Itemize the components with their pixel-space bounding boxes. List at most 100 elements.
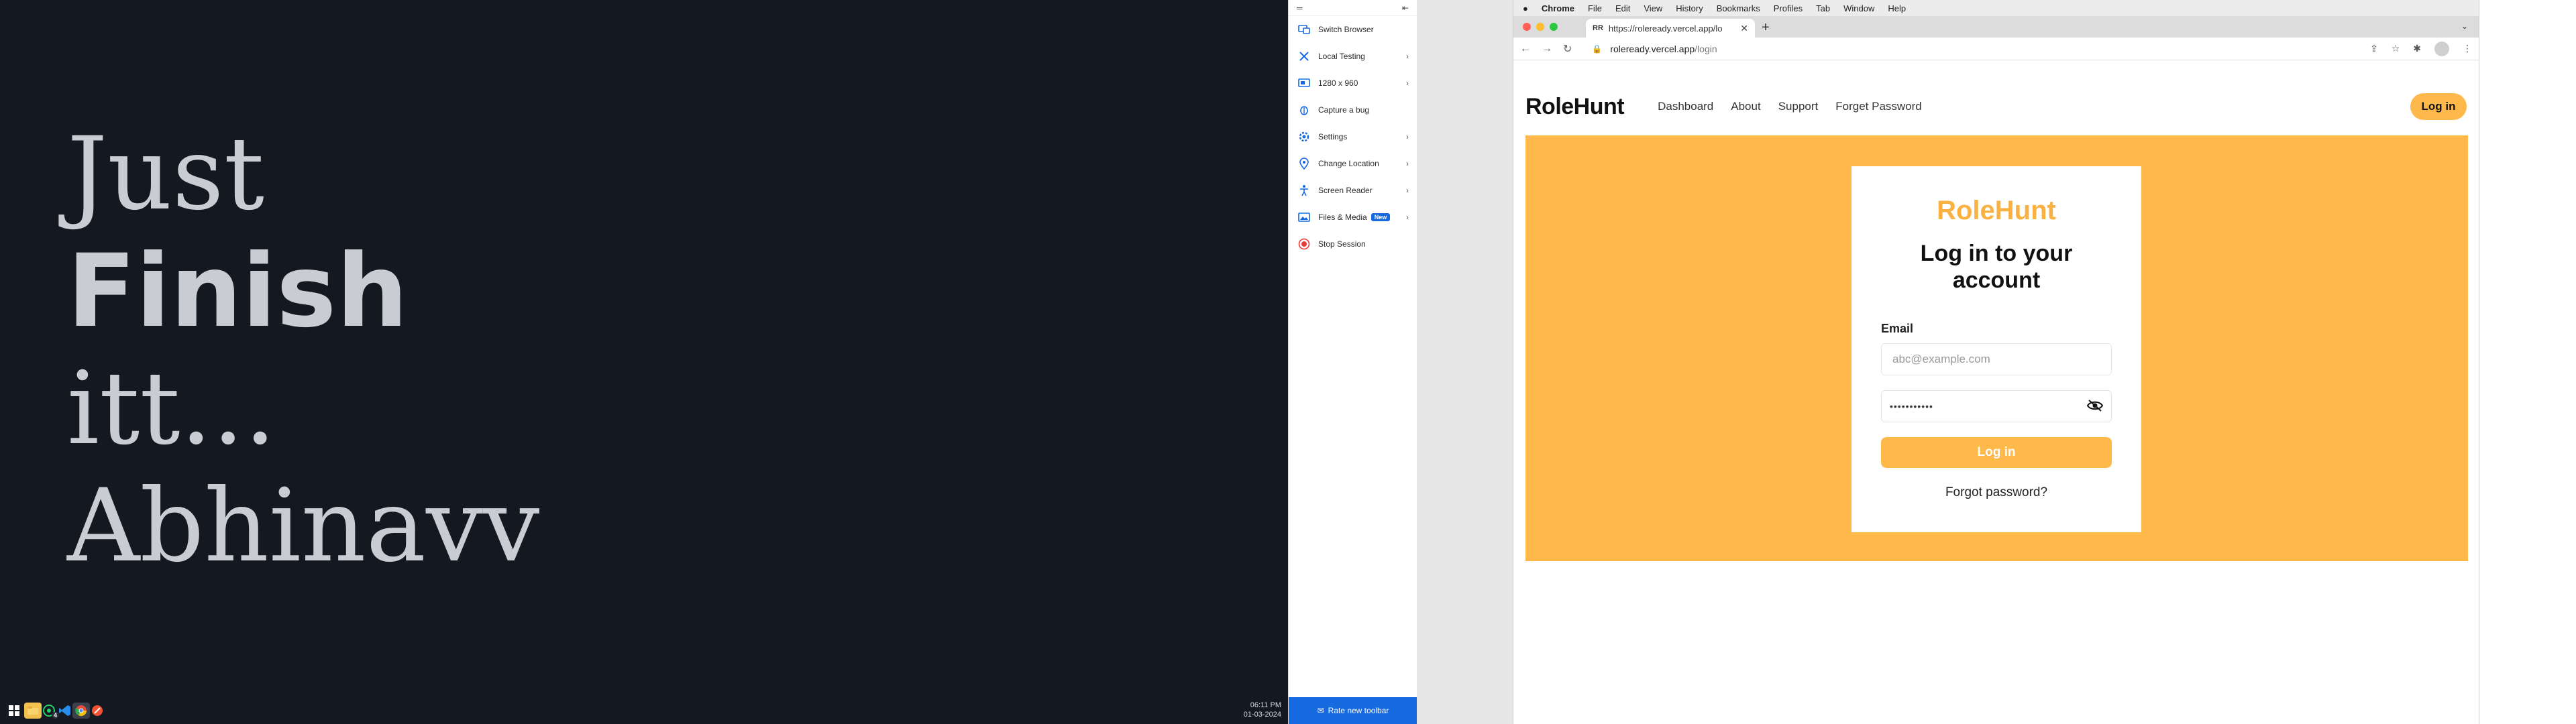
email-placeholder: abc@example.com — [1892, 353, 1990, 365]
browser-window: ● Chrome File Edit View History Bookmark… — [1513, 0, 2479, 724]
nav-link-support[interactable]: Support — [1778, 100, 1819, 113]
url-field[interactable]: 🔒 roleready.vercel.app/login — [1592, 44, 1717, 54]
toolbar-item-screen-reader[interactable]: Screen Reader › — [1289, 177, 1417, 204]
new-tab-icon[interactable]: + — [1762, 20, 1770, 36]
more-menu-icon[interactable]: ⋮ — [2463, 43, 2472, 54]
email-label: Email — [1881, 322, 1914, 335]
collapse-icon[interactable]: ⇤ — [1402, 3, 1409, 13]
desktop-wallpaper: Just Finish itt... Abhinavv — [0, 0, 1288, 724]
rate-toolbar-button[interactable]: ✉ Rate new toolbar — [1289, 697, 1417, 724]
password-input[interactable]: ••••••••••• — [1881, 390, 2112, 422]
url-path: /login — [1695, 43, 1717, 54]
toolbar-item-label: Capture a bug — [1318, 105, 1370, 115]
menu-tab[interactable]: Tab — [1816, 3, 1830, 13]
menu-help[interactable]: Help — [1888, 3, 1906, 13]
new-badge: New — [1371, 213, 1391, 221]
menu-view[interactable]: View — [1644, 3, 1662, 13]
forward-icon[interactable]: → — [1542, 43, 1552, 55]
lock-icon: 🔒 — [1592, 44, 1603, 54]
toolbar-item-label: Local Testing — [1318, 52, 1365, 61]
apple-icon[interactable]: ● — [1523, 3, 1528, 13]
chevron-right-icon: › — [1406, 52, 1409, 61]
testing-toolbar: ═ ⇤ Switch Browser Local Testing › 1280 x 9… — [1288, 0, 1417, 724]
toolbar-item-change-location[interactable]: Change Location › — [1289, 150, 1417, 177]
toolbar-item-label: Files & Media — [1318, 213, 1367, 222]
card-brand: RoleHunt — [1937, 196, 2056, 225]
tab-search-icon[interactable]: ⌄ — [2461, 21, 2468, 31]
clock-time: 06:11 PM — [1250, 701, 1281, 709]
clock-date: 01-03-2024 — [1243, 711, 1281, 719]
rate-toolbar-label: Rate new toolbar — [1328, 706, 1389, 715]
reload-icon[interactable]: ↻ — [1563, 42, 1572, 56]
quote-line-4: Abhinavv — [67, 468, 540, 585]
menu-profiles[interactable]: Profiles — [1774, 3, 1803, 13]
chevron-right-icon: › — [1406, 213, 1409, 222]
bug-icon — [1298, 104, 1310, 116]
close-window-button[interactable] — [1523, 23, 1531, 31]
chevron-right-icon: › — [1406, 132, 1409, 141]
eye-icon[interactable] — [2086, 399, 2104, 414]
menu-file[interactable]: File — [1588, 3, 1602, 13]
toolbar-item-capture-a-bug[interactable]: Capture a bug — [1289, 97, 1417, 123]
profile-avatar[interactable] — [2434, 41, 2449, 56]
system-clock[interactable]: 06:11 PM 01-03-2024 — [1244, 701, 1281, 719]
bookmark-star-icon[interactable]: ☆ — [2392, 43, 2400, 54]
card-title: Log in to your account — [1851, 240, 2141, 294]
extensions-icon[interactable]: ✱ — [2413, 43, 2421, 54]
whatsapp-icon[interactable]: 4 — [40, 703, 59, 719]
close-tab-icon[interactable]: ✕ — [1740, 23, 1748, 34]
nav-link-dashboard[interactable]: Dashboard — [1658, 100, 1713, 113]
toolbar-item-files-media[interactable]: Files & Media New › — [1289, 204, 1417, 231]
share-icon[interactable]: ⇪ — [2370, 43, 2378, 54]
stop-icon — [1298, 238, 1310, 250]
email-input[interactable]: abc@example.com — [1881, 343, 2112, 375]
menu-history[interactable]: History — [1676, 3, 1703, 13]
minimize-window-button[interactable] — [1536, 23, 1544, 31]
chrome-icon[interactable] — [72, 703, 90, 719]
chat-icon: ✉ — [1317, 706, 1324, 715]
browser-tab[interactable]: RR https://roleready.vercel.app/lo ✕ — [1586, 19, 1755, 38]
wallpaper-quote: Just Finish itt... Abhinavv — [67, 114, 539, 587]
nav-login-button[interactable]: Log in — [2410, 93, 2467, 120]
tab-strip: RR https://roleready.vercel.app/lo ✕ + ⌄ — [1513, 16, 2479, 38]
back-icon[interactable]: ← — [1520, 43, 1531, 55]
site-navbar: RoleHunt Dashboard About Support Forget … — [1525, 90, 2467, 123]
toolbar-item-1280-x-960[interactable]: 1280 x 960 › — [1289, 70, 1417, 97]
chevron-right-icon: › — [1406, 186, 1409, 195]
maximize-window-button[interactable] — [1550, 23, 1558, 31]
nav-link-forget-password[interactable]: Forget Password — [1835, 100, 1922, 113]
menu-window[interactable]: Window — [1843, 3, 1874, 13]
chevron-right-icon: › — [1406, 159, 1409, 168]
vscode-icon[interactable] — [56, 703, 74, 719]
site-logo[interactable]: RoleHunt — [1525, 94, 1625, 120]
toolbar-item-switch-browser[interactable]: Switch Browser — [1289, 16, 1417, 43]
toolbar-item-label: Switch Browser — [1318, 25, 1374, 34]
git-icon[interactable] — [89, 703, 106, 719]
login-section: RoleHunt Log in to your account Email ab… — [1525, 135, 2468, 561]
location-icon — [1298, 158, 1310, 170]
local-testing-icon — [1298, 50, 1310, 62]
toolbar-item-local-testing[interactable]: Local Testing › — [1289, 43, 1417, 70]
forgot-password-link[interactable]: Forgot password? — [1851, 485, 2141, 500]
toolbar-item-settings[interactable]: Settings › — [1289, 123, 1417, 150]
favicon-icon: RR — [1593, 24, 1603, 32]
background-area-right — [2479, 0, 2576, 724]
address-bar: ← → ↻ 🔒 roleready.vercel.app/login ⇪ ☆ ✱… — [1513, 38, 2479, 60]
drag-handle-icon[interactable]: ═ — [1297, 3, 1303, 13]
menu-chrome[interactable]: Chrome — [1542, 3, 1574, 13]
toolbar-item-label: 1280 x 960 — [1318, 78, 1358, 88]
url-host: roleready.vercel.app — [1610, 43, 1695, 54]
quote-line-1: Just — [67, 116, 264, 233]
chevron-right-icon: › — [1406, 78, 1409, 88]
toolbar-item-label: Stop Session — [1318, 239, 1366, 249]
settings-icon — [1298, 131, 1310, 143]
menu-edit[interactable]: Edit — [1615, 3, 1630, 13]
login-button[interactable]: Log in — [1881, 437, 2112, 468]
file-explorer-icon[interactable] — [24, 703, 42, 719]
nav-link-about[interactable]: About — [1731, 100, 1760, 113]
toolbar-item-stop-session[interactable]: Stop Session — [1289, 231, 1417, 257]
menu-bookmarks[interactable]: Bookmarks — [1717, 3, 1760, 13]
windows-start-icon[interactable] — [5, 703, 23, 719]
mac-menubar: ● Chrome File Edit View History Bookmark… — [1513, 0, 2479, 16]
resolution-icon — [1298, 77, 1310, 89]
